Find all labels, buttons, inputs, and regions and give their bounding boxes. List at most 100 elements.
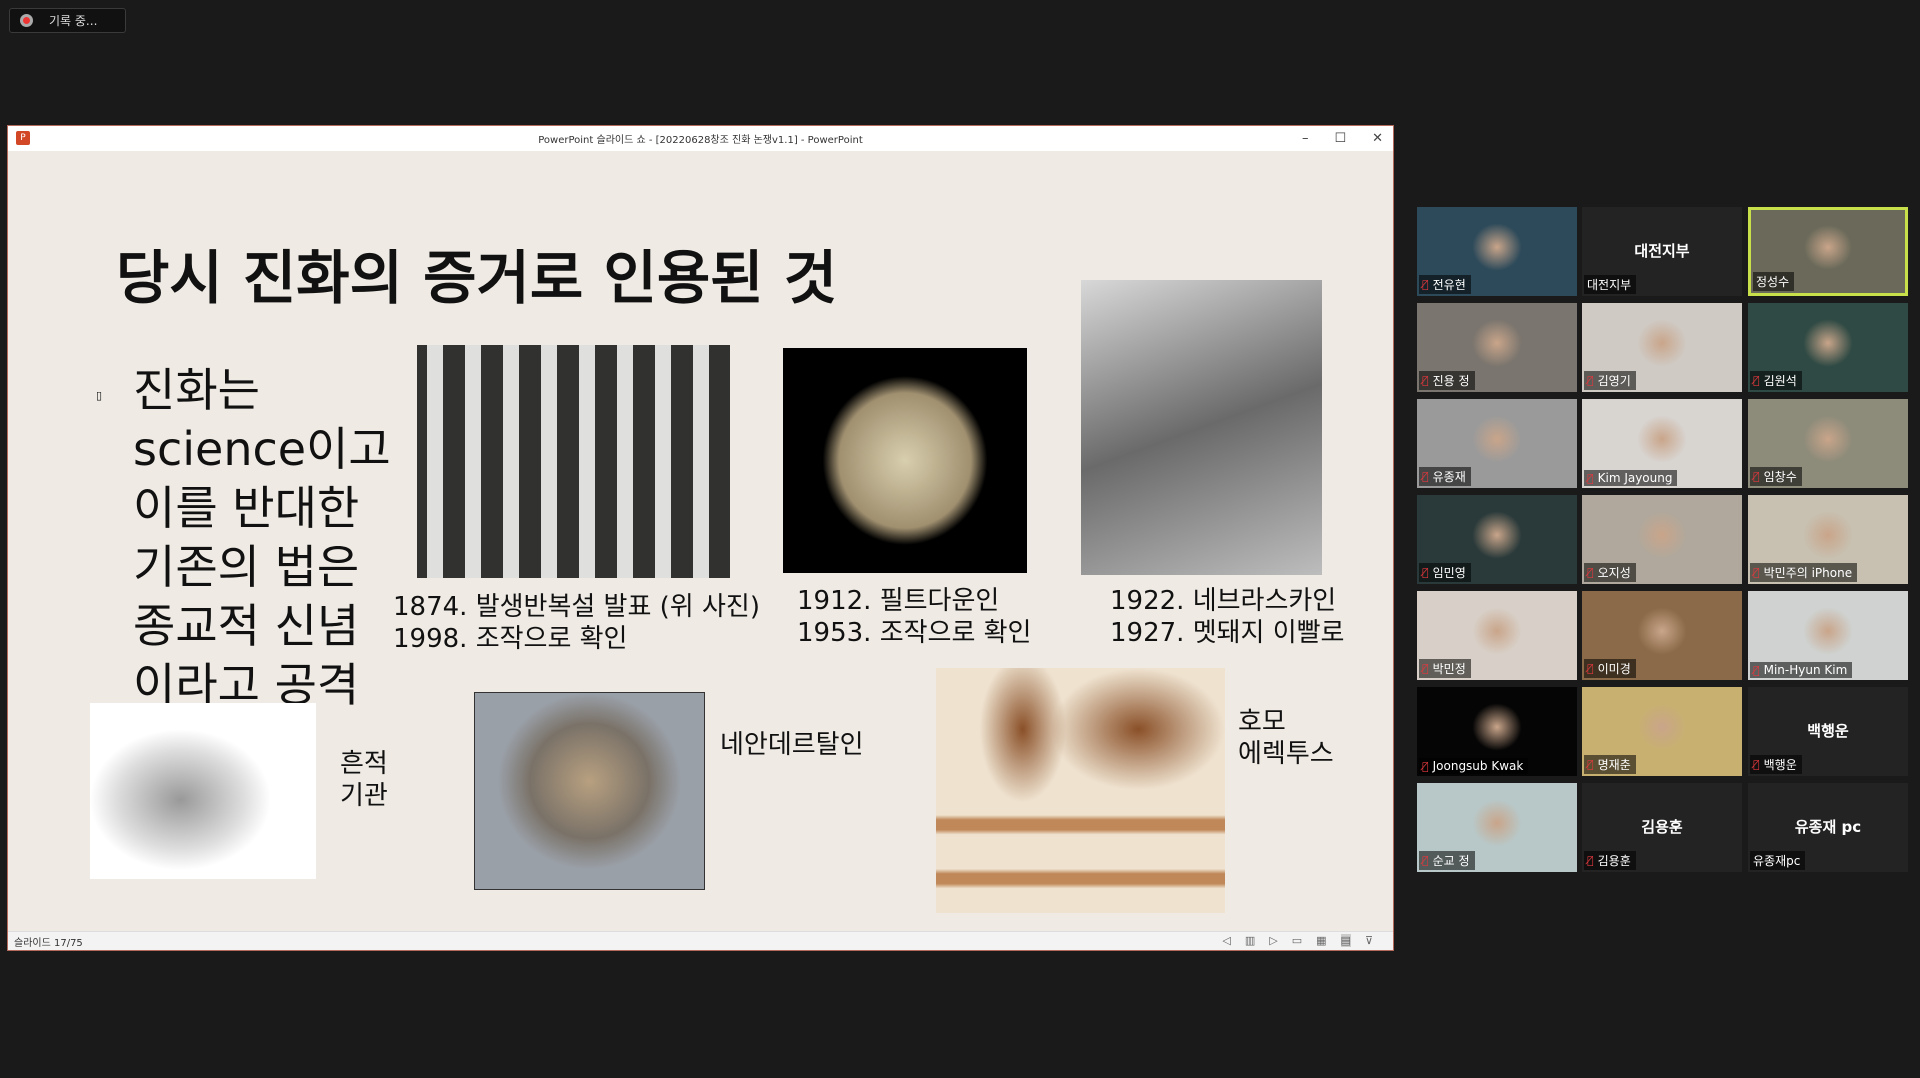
record-icon xyxy=(20,14,33,27)
participant-name: 유종재 xyxy=(1432,470,1466,484)
participant-tile[interactable]: 🎙̸ Min-Hyun Kim xyxy=(1748,591,1908,680)
participant-tile[interactable]: 백행운 🎙̸ 백행운 xyxy=(1748,687,1908,776)
bullet-icon: ▯ xyxy=(96,389,103,402)
muted-microphone-icon: 🎙̸ xyxy=(1422,470,1429,483)
vestigial-organ-caption: 흔적 기관 xyxy=(340,748,388,812)
muted-microphone-icon: 🎙̸ xyxy=(1753,374,1760,387)
minimize-button[interactable]: – xyxy=(1302,126,1309,151)
normal-view-icon[interactable]: ▭ xyxy=(1292,934,1302,947)
participant-name-label: 🎙̸ 김용훈 xyxy=(1584,851,1636,870)
participant-tile[interactable]: 김용훈 🎙̸ 김용훈 xyxy=(1582,783,1742,872)
participant-tile[interactable]: 🎙̸ 전유현 xyxy=(1417,207,1577,296)
neanderthal-caption: 네안데르탈인 xyxy=(720,730,864,760)
muted-microphone-icon: 🎙̸ xyxy=(1422,662,1429,675)
participant-name: 순교 정 xyxy=(1432,854,1470,868)
participant-tile[interactable]: 🎙̸ 오지성 xyxy=(1582,495,1742,584)
participant-tile[interactable]: 🎙̸ 박민주의 iPhone xyxy=(1748,495,1908,584)
participant-tile[interactable]: 🎙̸ 박민정 xyxy=(1417,591,1577,680)
slide-menu-icon[interactable]: ▥ xyxy=(1245,934,1255,947)
participant-name: 김영기 xyxy=(1597,374,1631,388)
participant-name: 명재춘 xyxy=(1597,758,1631,772)
participant-name-label: 🎙̸ Joongsub Kwak xyxy=(1419,758,1529,774)
muted-microphone-icon: 🎙̸ xyxy=(1422,854,1429,867)
muted-microphone-icon: 🎙̸ xyxy=(1587,758,1594,771)
next-slide-icon[interactable]: ▷ xyxy=(1269,934,1277,947)
participant-tile[interactable]: 🎙̸ 김원석 xyxy=(1748,303,1908,392)
participant-name-label: 🎙̸ 전유현 xyxy=(1419,275,1471,294)
bullet-line: 진화는 xyxy=(133,363,260,417)
previous-slide-icon[interactable]: ◁ xyxy=(1222,934,1230,947)
participant-tile[interactable]: 🎙̸ 진용 정 xyxy=(1417,303,1577,392)
participant-tile[interactable]: 🎙̸ 임민영 xyxy=(1417,495,1577,584)
participant-name-label: 🎙̸ Kim Jayoung xyxy=(1584,470,1678,486)
piltdown-skull-image xyxy=(783,348,1027,573)
muted-microphone-icon: 🎙̸ xyxy=(1422,278,1429,291)
caption-line: 1998. 조작으로 확인 xyxy=(393,624,628,654)
participant-display-name: 김용훈 xyxy=(1641,818,1683,836)
participant-name-label: 🎙̸ 진용 정 xyxy=(1419,371,1475,390)
participant-name-label: 🎙̸ 순교 정 xyxy=(1419,851,1475,870)
caption-line: 1927. 멧돼지 이빨로 xyxy=(1110,618,1345,648)
slide-counter: 슬라이드 17/75 xyxy=(14,937,83,949)
slideshow-icon[interactable]: ⊽ xyxy=(1365,934,1373,947)
participant-tile[interactable]: 🎙̸ Kim Jayoung xyxy=(1582,399,1742,488)
neanderthal-skull-image xyxy=(474,692,705,890)
powerpoint-window: P PowerPoint 슬라이드 쇼 - [20220628창조 진화 논쟁v… xyxy=(7,125,1394,951)
participant-display-name: 유종재 pc xyxy=(1794,818,1862,836)
reading-view-icon[interactable]: ▤ xyxy=(1340,934,1351,947)
participant-name: 박민주의 iPhone xyxy=(1763,566,1853,580)
participant-tile[interactable]: 유종재 pc 유종재pc xyxy=(1748,783,1908,872)
status-bar: 슬라이드 17/75 ◁ ▥ ▷ ▭ ▦ ▤ ⊽ xyxy=(8,931,1393,950)
powerpoint-logo-icon: P xyxy=(16,131,30,145)
participant-name: 대전지부 xyxy=(1587,278,1632,292)
slide-sorter-icon[interactable]: ▦ xyxy=(1316,934,1326,947)
muted-microphone-icon: 🎙̸ xyxy=(1587,374,1594,387)
nebraska-man-drawing-image xyxy=(1081,280,1322,575)
caption-line: 1922. 네브라스카인 xyxy=(1110,586,1337,616)
participant-tile[interactable]: 🎙̸ 이미경 xyxy=(1582,591,1742,680)
participant-name: 유종재pc xyxy=(1753,854,1801,868)
muted-microphone-icon: 🎙̸ xyxy=(1587,471,1594,485)
participant-name: 임민영 xyxy=(1432,566,1466,580)
participant-tile[interactable]: 🎙̸ 김영기 xyxy=(1582,303,1742,392)
recording-indicator[interactable]: 기록 중... xyxy=(9,8,126,33)
close-button[interactable]: ✕ xyxy=(1372,126,1383,151)
participant-name-label: 🎙̸ 임창수 xyxy=(1750,467,1802,486)
caption-line: 호모 xyxy=(1238,707,1286,737)
muted-microphone-icon: 🎙̸ xyxy=(1753,566,1760,579)
caption-line: 에렉투스 xyxy=(1238,739,1334,769)
participant-name-label: 🎙̸ 김영기 xyxy=(1584,371,1636,390)
participant-name: 김용훈 xyxy=(1597,854,1631,868)
participant-tile[interactable]: 🎙̸ 순교 정 xyxy=(1417,783,1577,872)
participant-name: 박민정 xyxy=(1432,662,1466,676)
maximize-button[interactable]: ☐ xyxy=(1334,126,1346,151)
participant-tile[interactable]: 🎙̸ 임창수 xyxy=(1748,399,1908,488)
muted-microphone-icon: 🎙̸ xyxy=(1587,662,1594,675)
participant-name-label: 🎙̸ 유종재 xyxy=(1419,467,1471,486)
caption-line: 기관 xyxy=(340,781,388,811)
participant-name-label: 🎙̸ 박민주의 iPhone xyxy=(1750,563,1858,582)
participant-display-name: 백행운 xyxy=(1807,722,1849,740)
appendix-anatomy-image xyxy=(90,703,316,879)
caption-line: 1912. 필트다운인 xyxy=(797,586,1000,616)
slide[interactable]: 당시 진화의 증거로 인용된 것 ▯ 진화는 science이고 이를 반대한 … xyxy=(8,151,1393,933)
bullet-line: 종교적 신념 xyxy=(133,599,360,653)
participant-name: 임창수 xyxy=(1763,470,1797,484)
participant-name-label: 대전지부 xyxy=(1584,275,1637,294)
participant-name: 진용 정 xyxy=(1432,374,1470,388)
title-bar: P PowerPoint 슬라이드 쇼 - [20220628창조 진화 논쟁v… xyxy=(8,126,1393,151)
participant-name: Joongsub Kwak xyxy=(1432,759,1524,773)
participant-tile[interactable]: 🎙̸ Joongsub Kwak xyxy=(1417,687,1577,776)
muted-microphone-icon: 🎙̸ xyxy=(1422,566,1429,579)
participant-name: Min-Hyun Kim xyxy=(1763,663,1848,677)
participant-tile[interactable]: 대전지부 대전지부 xyxy=(1582,207,1742,296)
muted-microphone-icon: 🎙̸ xyxy=(1753,758,1760,771)
participant-name: Kim Jayoung xyxy=(1597,471,1673,485)
embryo-caption: 1874. 발생반복설 발표 (위 사진) 1998. 조작으로 확인 xyxy=(393,591,760,655)
participant-tile[interactable]: 🎙̸ 명재춘 xyxy=(1582,687,1742,776)
participant-tile[interactable]: 🎙̸ 유종재 xyxy=(1417,399,1577,488)
muted-microphone-icon: 🎙̸ xyxy=(1422,374,1429,387)
participant-tile[interactable]: 정성수 xyxy=(1748,207,1908,296)
participant-name-label: 🎙̸ 명재춘 xyxy=(1584,755,1636,774)
caption-line: 1953. 조작으로 확인 xyxy=(797,618,1032,648)
